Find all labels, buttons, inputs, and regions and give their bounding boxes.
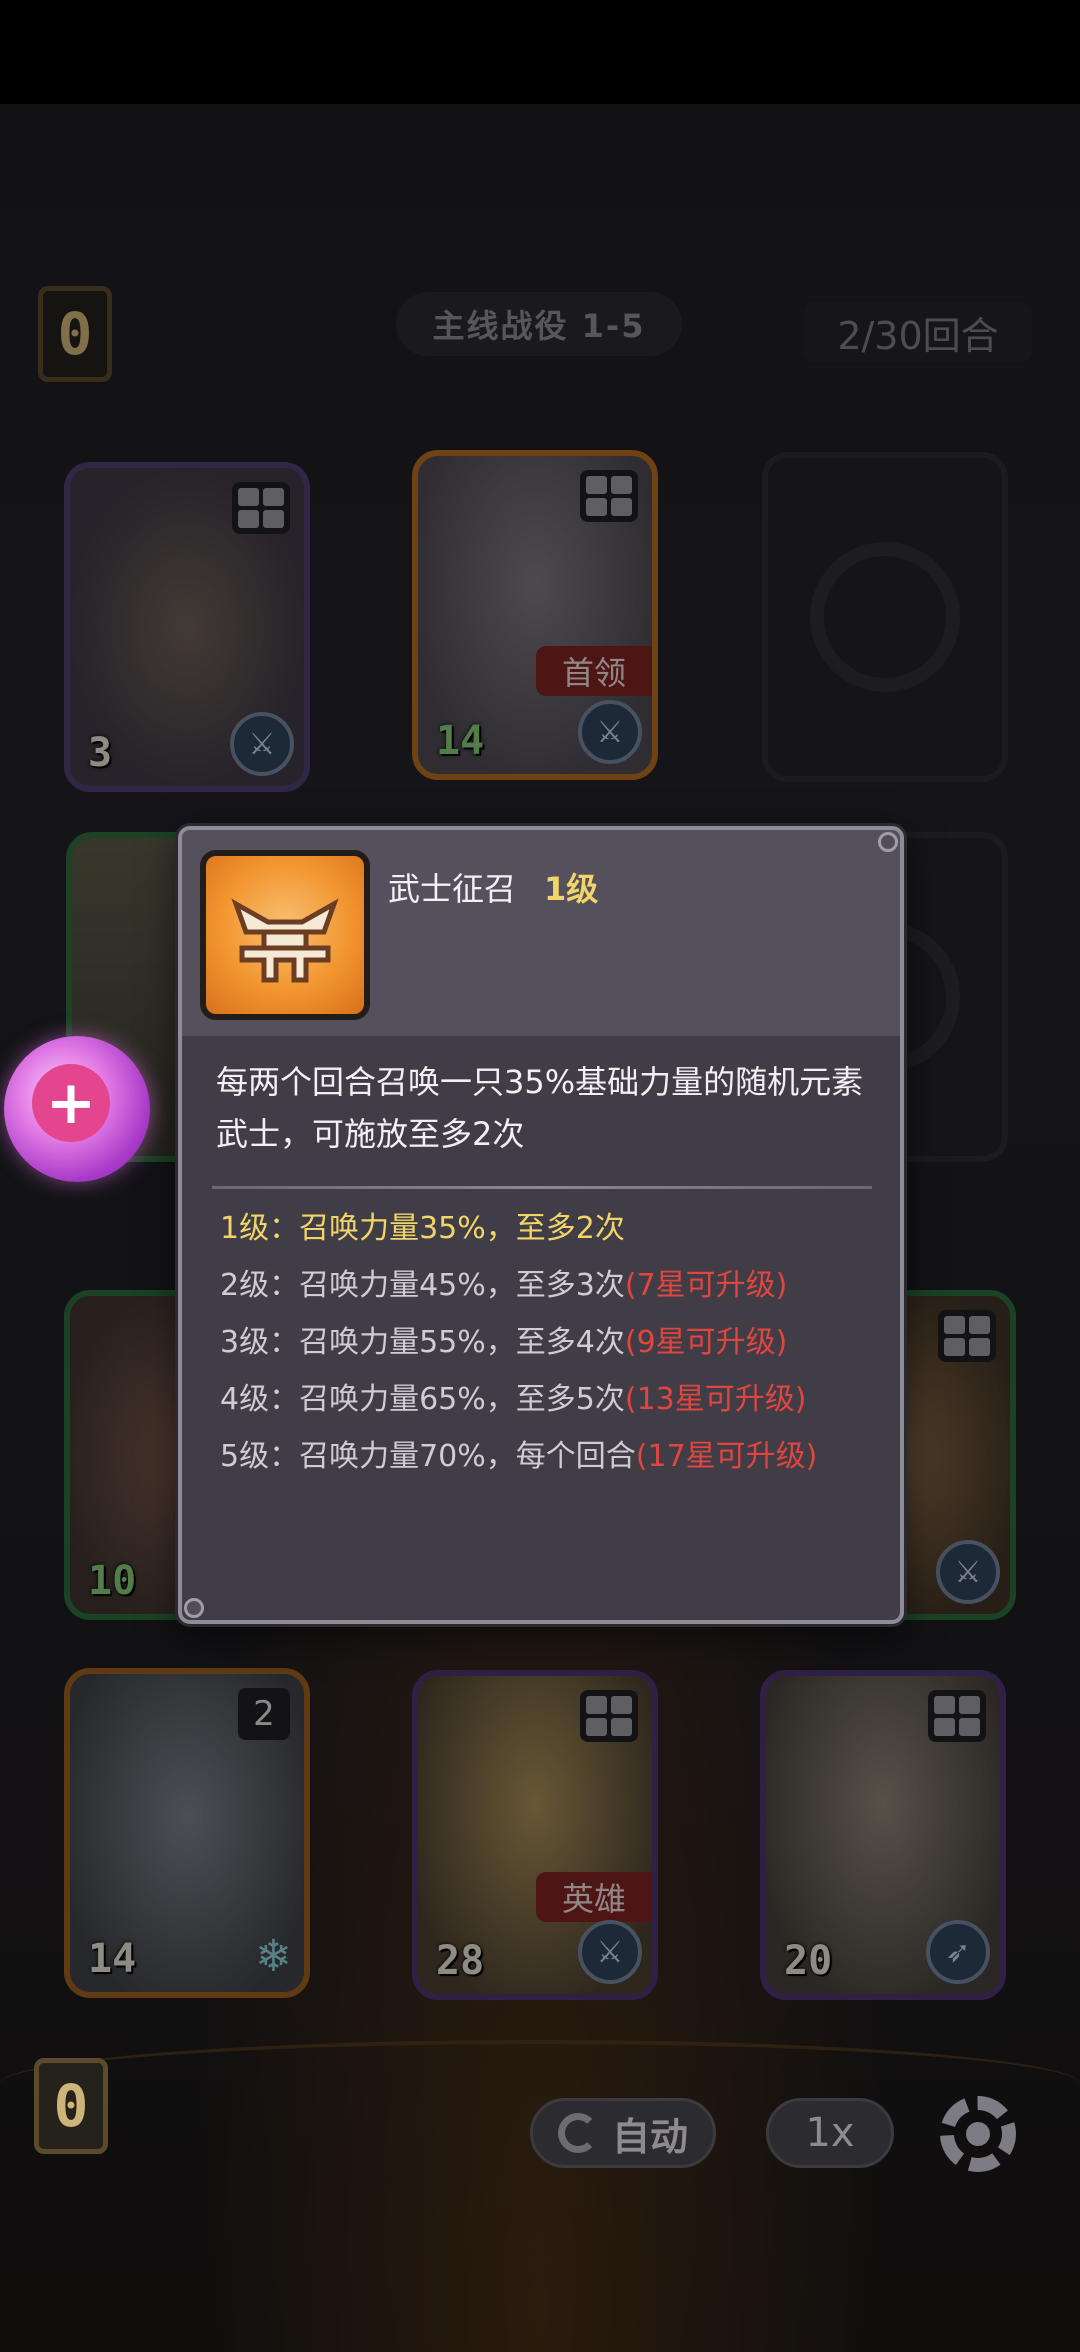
level-text: 4级：召唤力量65%，至多5次 [220, 1382, 625, 1417]
level-text: 1级：召唤力量35%，至多2次 [220, 1211, 625, 1246]
level-text: 3级：召唤力量55%，至多4次 [220, 1325, 625, 1360]
samurai-helmet-glyph [231, 898, 339, 983]
level-row: 2级：召唤力量45%，至多3次(7星可升级) [220, 1257, 890, 1314]
samurai-helmet-icon [200, 850, 370, 1020]
refresh-icon [557, 2113, 598, 2153]
corner-ornament [184, 1598, 204, 1618]
upgrade-requirement: (13星可升级) [624, 1382, 807, 1417]
upgrade-requirement: (9星可升级) [624, 1325, 788, 1360]
level-text: 2级：召唤力量45%，至多3次 [220, 1268, 625, 1303]
upgrade-requirement: (17星可升级) [635, 1439, 818, 1474]
skill-level: 1级 [544, 870, 599, 908]
level-list: 1级：召唤力量35%，至多2次 2级：召唤力量45%，至多3次(7星可升级) 3级：… [220, 1200, 890, 1485]
corner-ornament [878, 832, 898, 852]
skill-detail-popup: 武士征召 1级 每两个回合召唤一只35%基础力量的随机元素武士，可施放至多2次 … [178, 826, 904, 1624]
gear-icon[interactable] [940, 2096, 1016, 2172]
plus-icon: + [32, 1064, 110, 1142]
bottom-counter: 0 [34, 2058, 108, 2154]
level-text: 5级：召唤力量70%，每个回合 [220, 1439, 636, 1474]
floating-bonus-button[interactable]: + [4, 1036, 150, 1182]
divider [212, 1186, 872, 1189]
level-row: 5级：召唤力量70%，每个回合(17星可升级) [220, 1428, 890, 1485]
auto-battle-button[interactable]: 自动 [530, 2098, 716, 2168]
upgrade-requirement: (7星可升级) [624, 1268, 788, 1303]
speed-button[interactable]: 1x [766, 2098, 894, 2168]
auto-label: 自动 [611, 2114, 688, 2159]
skill-description: 每两个回合召唤一只35%基础力量的随机元素武士，可施放至多2次 [216, 1063, 864, 1153]
level-row: 1级：召唤力量35%，至多2次 [220, 1200, 890, 1257]
skill-name: 武士征召 [388, 870, 517, 908]
level-row: 3级：召唤力量55%，至多4次(9星可升级) [220, 1314, 890, 1371]
level-row: 4级：召唤力量65%，至多5次(13星可升级) [220, 1371, 890, 1428]
